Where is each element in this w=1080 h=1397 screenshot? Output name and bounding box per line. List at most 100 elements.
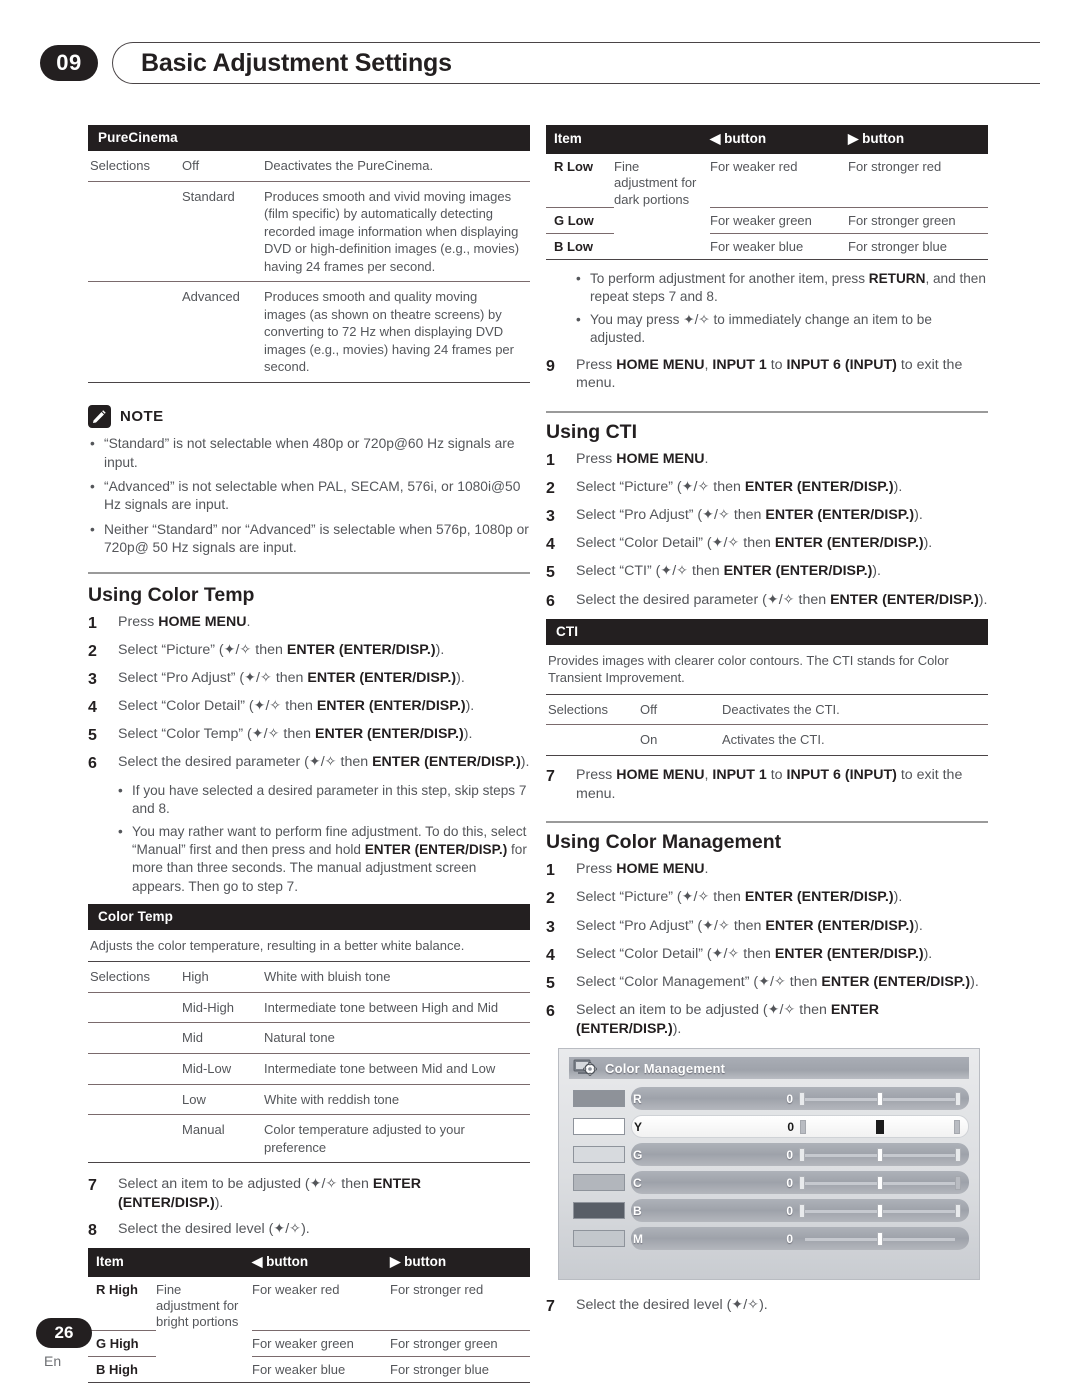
slider-thumb[interactable] [877,1203,883,1218]
bullet-dot: • [90,521,95,537]
step-text: Press HOME MENU. [576,860,988,881]
section-divider [546,411,988,414]
selections-spacer [88,1054,180,1084]
column-header-item: Item [96,1253,124,1269]
cti-table: CTI Provides images with clearer color c… [546,618,988,756]
step-text-post: ). [672,1020,682,1037]
bullet-text: You may rather want to perform fine adju… [132,823,530,896]
section-divider [88,571,530,574]
osd-row-c[interactable]: C 0 [569,1171,969,1195]
table-row: Mid Natural tone [88,1023,530,1054]
step-text-post: ). [872,563,881,580]
step-text-bold: ENTER (ENTER/DISP.) [372,754,521,771]
step-text-bold: ENTER (ENTER/DISP.) [723,563,873,580]
section-heading-using-color-temp: Using Color Temp [88,583,255,606]
step-text-post: ). [435,642,445,659]
osd-row-m[interactable]: M 0 [569,1227,969,1251]
left-button-effect: For weaker blue [710,234,848,260]
osd-slider[interactable] [799,1203,961,1218]
slider-tick-right [955,1203,961,1218]
table-row: Standard Produces smooth and vivid movin… [88,182,530,283]
osd-row-g[interactable]: G 0 [569,1143,969,1167]
osd-row-value: 0 [786,1231,793,1246]
osd-row-body[interactable]: M 0 [631,1227,969,1251]
step-text-pre: Press [118,613,159,630]
left-button-effect: For weaker red [710,154,848,208]
step-text-bold: ENTER (ENTER/DISP.) [286,642,436,659]
group-note-spacer [614,234,710,260]
list-item: • “Advanced” is not selectable when PAL,… [90,478,530,515]
slider-tick-right [955,1091,961,1106]
step-number: 5 [546,564,555,582]
step-text-bold3: INPUT 6 (INPUT) [786,356,897,373]
osd-row-y[interactable]: Y 0 [569,1115,969,1139]
step-item: 2 Select “Picture” (✦/✧ then ENTER (ENTE… [88,641,530,662]
option-name: Low [182,1091,206,1107]
step-number: 7 [546,767,555,785]
osd-row-label: M [633,1231,643,1246]
slider-tick-left [800,1119,806,1134]
column-header-left-button: ◀ button [710,131,767,146]
osd-row-body[interactable]: R 0 [631,1087,969,1111]
option-name: Mid-Low [182,1060,232,1076]
osd-slider[interactable] [799,1231,961,1246]
left-button-effect: For weaker red [252,1277,390,1331]
slider-thumb[interactable] [877,1175,883,1190]
slider-thumb[interactable] [877,1231,883,1246]
step-number: 7 [546,1298,555,1316]
osd-row-body[interactable]: C 0 [631,1171,969,1195]
column-header-item: Item [554,131,582,146]
option-description: Activates the CTI. [722,732,825,748]
step-text: Select the desired parameter (✦/✧ then E… [118,753,530,774]
step-item: 3 Select “Pro Adjust” (✦/✧ then ENTER (E… [546,506,988,527]
slider-tick-left [799,1203,805,1218]
column-header-right-button: ▶ button [390,1253,447,1269]
step-text: Select an item to be adjusted (✦/✧ then … [118,1175,530,1212]
table-row: Mid-Low Intermediate tone between Mid an… [88,1054,530,1085]
purecinema-table: PureCinema Selections Off Deactivates th… [88,125,530,384]
osd-row-label: G [633,1147,643,1162]
osd-title: Color Management [605,1060,726,1076]
step-text-bold: ENTER (ENTER/DISP.) [765,507,915,524]
option-name: Standard [182,188,235,204]
step-text-post: ). [914,507,923,524]
slider-thumb[interactable] [876,1119,884,1134]
item-low-table: Item ◀ button ▶ button R Low Fine adjust… [546,125,988,260]
osd-row-body[interactable]: G 0 [631,1143,969,1167]
step-text-bold: ENTER (ENTER/DISP.) [307,670,457,687]
osd-row-label: B [633,1203,642,1218]
step-text-post: . [704,861,709,878]
selections-label: Selections [548,701,608,717]
osd-row-body-selected[interactable]: Y 0 [631,1115,969,1139]
step-text-pre: Press [576,766,617,783]
step-number: 6 [88,755,97,773]
step-text-bold: ENTER (ENTER/DISP.) [314,726,464,743]
step-text: Select “Color Detail” (✦/✧ then ENTER (E… [576,945,988,966]
selections-spacer [88,993,180,1023]
step-item: 6 Select an item to be adjusted (✦/✧ the… [546,1001,988,1038]
slider-thumb[interactable] [877,1091,883,1106]
bullet-dot: • [576,312,581,328]
osd-row-label: C [633,1175,642,1190]
osd-row-r[interactable]: R 0 [569,1087,969,1111]
step-text-pre: Select “Color Detail” (✦/✧ then [576,535,775,552]
step-text-bold: HOME MENU [616,766,705,783]
purecinema-table-title: PureCinema [88,125,530,151]
step-text-pre: Select “Pro Adjust” (✦/✧ then [118,670,308,687]
selections-spacer [88,182,180,282]
step-text-pre: Select “CTI” (✦/✧ then [576,563,724,580]
osd-slider[interactable] [799,1175,961,1190]
step-number: 5 [546,974,555,992]
step-text-bold: HOME MENU [616,451,705,468]
osd-slider[interactable] [799,1091,961,1106]
slider-thumb[interactable] [877,1147,883,1162]
osd-slider[interactable] [800,1119,960,1134]
step-text: Select “Pro Adjust” (✦/✧ then ENTER (ENT… [118,669,530,690]
table-row: Selections Off Deactivates the PureCinem… [88,151,530,182]
osd-row-b[interactable]: B 0 [569,1199,969,1223]
right-button-effect: For stronger red [848,154,988,208]
osd-slider[interactable] [799,1147,961,1162]
color-swatch [573,1090,625,1108]
osd-row-body[interactable]: B 0 [631,1199,969,1223]
step-number: 2 [546,890,555,908]
